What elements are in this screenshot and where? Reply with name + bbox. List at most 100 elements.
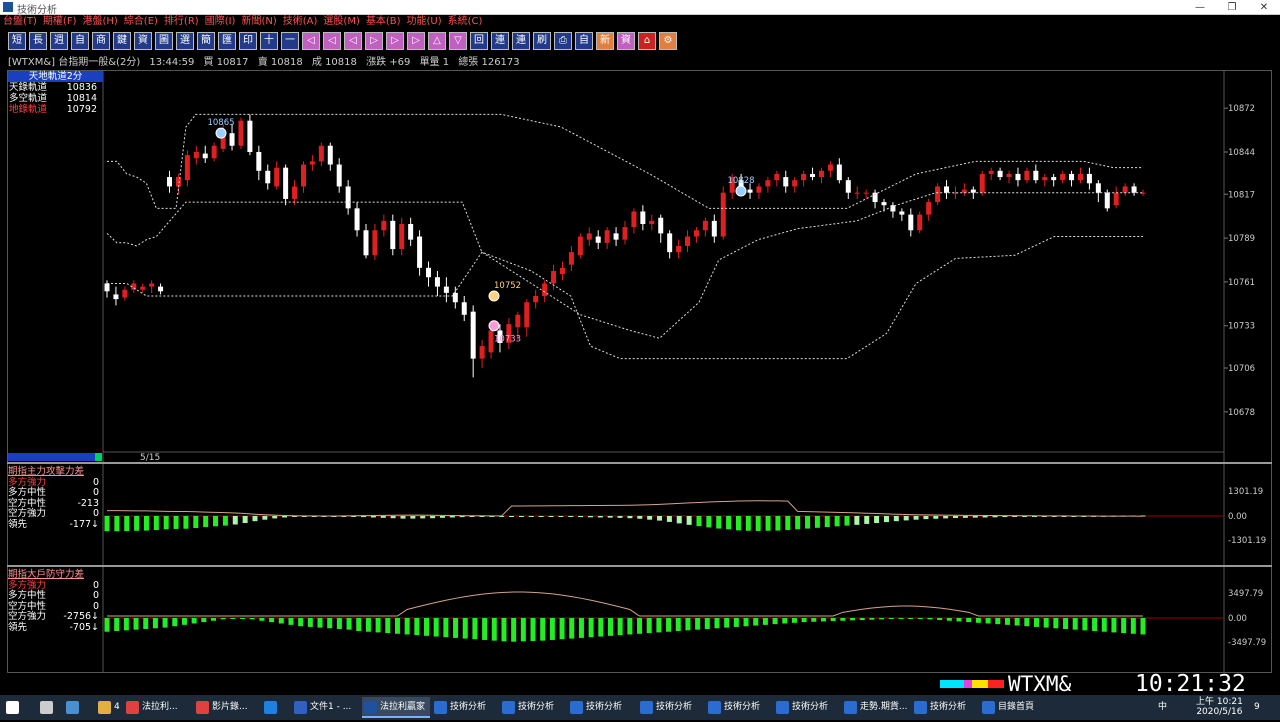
candle-body bbox=[443, 286, 449, 293]
taskbar-label: 4 bbox=[114, 702, 120, 712]
taskbar-item-11[interactable]: 技術分析 bbox=[638, 697, 704, 718]
candle-body bbox=[140, 286, 146, 290]
taskbar-label: 技術分析 bbox=[724, 702, 761, 712]
indicator2-bar bbox=[385, 618, 391, 634]
indicator2-bar bbox=[211, 618, 217, 621]
candle-body bbox=[899, 211, 905, 215]
candle-body bbox=[559, 267, 565, 275]
taskbar-item-9[interactable]: 技術分析 bbox=[500, 697, 566, 718]
indicator1-label: 多方中性 bbox=[8, 487, 47, 498]
taskbar-item-10[interactable]: 技術分析 bbox=[568, 697, 636, 718]
indicator2-bar bbox=[985, 618, 991, 624]
indicator2-bar bbox=[588, 618, 594, 638]
indicator1-bar bbox=[874, 516, 880, 524]
band-legend-label: 多空軌道 bbox=[9, 93, 48, 104]
time-scroll-thumb bbox=[95, 453, 102, 461]
taskbar-item-0[interactable] bbox=[38, 697, 62, 718]
indicator2-bar bbox=[666, 618, 672, 632]
indicator2-bar bbox=[453, 618, 459, 638]
indicator2-bar bbox=[394, 618, 400, 634]
indicator2-bar bbox=[152, 618, 158, 629]
indicator2-bar bbox=[908, 618, 914, 619]
candle-body bbox=[184, 155, 190, 181]
indicator2-bar bbox=[801, 618, 807, 623]
candle-body bbox=[551, 270, 557, 284]
taskbar-item-5[interactable] bbox=[262, 697, 290, 718]
candle-body bbox=[747, 189, 753, 193]
candle-body bbox=[997, 170, 1003, 178]
indicator1-bar bbox=[824, 516, 830, 528]
taskbar-item-3[interactable]: 法拉利... bbox=[124, 697, 192, 718]
indicator2-bar bbox=[191, 618, 197, 624]
candle-body bbox=[515, 314, 521, 328]
taskbar-app-icon bbox=[640, 701, 653, 714]
indicator2-bar bbox=[123, 618, 129, 631]
indicator1-row: 多方中性 0 bbox=[8, 487, 103, 499]
indicator2-bar bbox=[578, 618, 584, 638]
start-button[interactable] bbox=[4, 697, 36, 718]
candle-body bbox=[988, 170, 994, 174]
taskbar-item-2[interactable]: 4 bbox=[96, 697, 122, 718]
indicator1-bar bbox=[972, 516, 978, 518]
indicator1-value: 0 bbox=[92, 508, 99, 519]
taskbar-app-icon bbox=[844, 701, 857, 714]
candle-body bbox=[702, 220, 708, 231]
candle-body bbox=[265, 170, 271, 184]
indicator2-bar bbox=[220, 618, 226, 620]
indicator2-bar bbox=[607, 618, 613, 636]
candle-body bbox=[1086, 173, 1092, 184]
indicator1-bar bbox=[568, 516, 574, 517]
indicator2-bar bbox=[946, 618, 952, 621]
tray-ime[interactable]: 中 bbox=[1158, 695, 1167, 720]
taskbar-app-icon bbox=[364, 701, 377, 714]
indicator2-bar bbox=[1053, 618, 1059, 629]
indicator1-row: 空方強力 0 bbox=[8, 508, 103, 520]
indicator2-bar bbox=[433, 618, 439, 637]
candle-body bbox=[104, 283, 110, 292]
tray-time: 上午 10:21 bbox=[1196, 697, 1243, 707]
indicator1-line bbox=[107, 500, 1144, 517]
indicator2-bar bbox=[917, 618, 923, 619]
price-tick-label: 10872 bbox=[1228, 104, 1255, 114]
indicator2-bar bbox=[685, 618, 691, 631]
indicator1-bar bbox=[962, 516, 968, 518]
taskbar-item-14[interactable]: 走勢.期貨... bbox=[842, 697, 910, 718]
indicator2-bar bbox=[675, 618, 681, 632]
indicator2-bar bbox=[888, 618, 894, 620]
taskbar-item-8[interactable]: 技術分析 bbox=[432, 697, 498, 718]
taskbar-item-4[interactable]: 影片錄... bbox=[194, 697, 260, 718]
taskbar-item-6[interactable]: 文件1 - ... bbox=[292, 697, 360, 718]
taskbar-item-12[interactable]: 技術分析 bbox=[706, 697, 772, 718]
band-legend-value: 10836 bbox=[66, 82, 97, 93]
candle-body bbox=[667, 233, 673, 253]
indicator1-bar bbox=[410, 516, 416, 519]
band-legend: 天地軌道2分 天錄軌道 10836 多空軌道 10814 地錄軌道 10792 bbox=[8, 71, 103, 116]
taskbar-app-icon bbox=[40, 701, 53, 714]
price-chart[interactable]: 5/15 10872 10844 10817 10789 10761 10733 10706 1… bbox=[0, 0, 1280, 720]
band-legend-value: 10792 bbox=[66, 104, 97, 115]
candle-body bbox=[158, 286, 164, 292]
indicator1-bar bbox=[272, 516, 278, 519]
taskbar-item-1[interactable] bbox=[64, 697, 94, 718]
candle-body bbox=[568, 252, 574, 265]
taskbar-app-icon bbox=[914, 701, 927, 714]
taskbar-app-icon bbox=[294, 701, 307, 714]
indicator2-value: -2756↓ bbox=[63, 611, 99, 622]
notification-badge[interactable]: 9 bbox=[1254, 695, 1260, 720]
indicator2-bar bbox=[1140, 618, 1146, 635]
taskbar-item-16[interactable]: 目錄首頁 bbox=[980, 697, 1046, 718]
taskbar-app-icon bbox=[982, 701, 995, 714]
indicator2-legend: 期指大戶防守力差 多方強力 0 多方中性 0 空方中性 0 空方強力 -2756↓ 領先 -705… bbox=[8, 569, 103, 633]
status-symbol: WTXM& bbox=[1008, 672, 1072, 696]
taskbar-item-13[interactable]: 技術分析 bbox=[774, 697, 840, 718]
indicator1-bar bbox=[548, 516, 554, 517]
candle-body bbox=[533, 296, 539, 303]
candle-body bbox=[774, 173, 780, 181]
taskbar-item-7[interactable]: 法拉利贏家 bbox=[362, 697, 430, 718]
tray-clock[interactable]: 上午 10:21 2020/5/16 bbox=[1196, 697, 1243, 722]
indicator1-label: 空方強力 bbox=[8, 508, 47, 519]
indicator2-bar bbox=[511, 618, 517, 642]
indicator1-bar bbox=[153, 516, 159, 531]
taskbar-item-15[interactable]: 技術分析 bbox=[912, 697, 978, 718]
status-block-cyan bbox=[940, 680, 964, 688]
